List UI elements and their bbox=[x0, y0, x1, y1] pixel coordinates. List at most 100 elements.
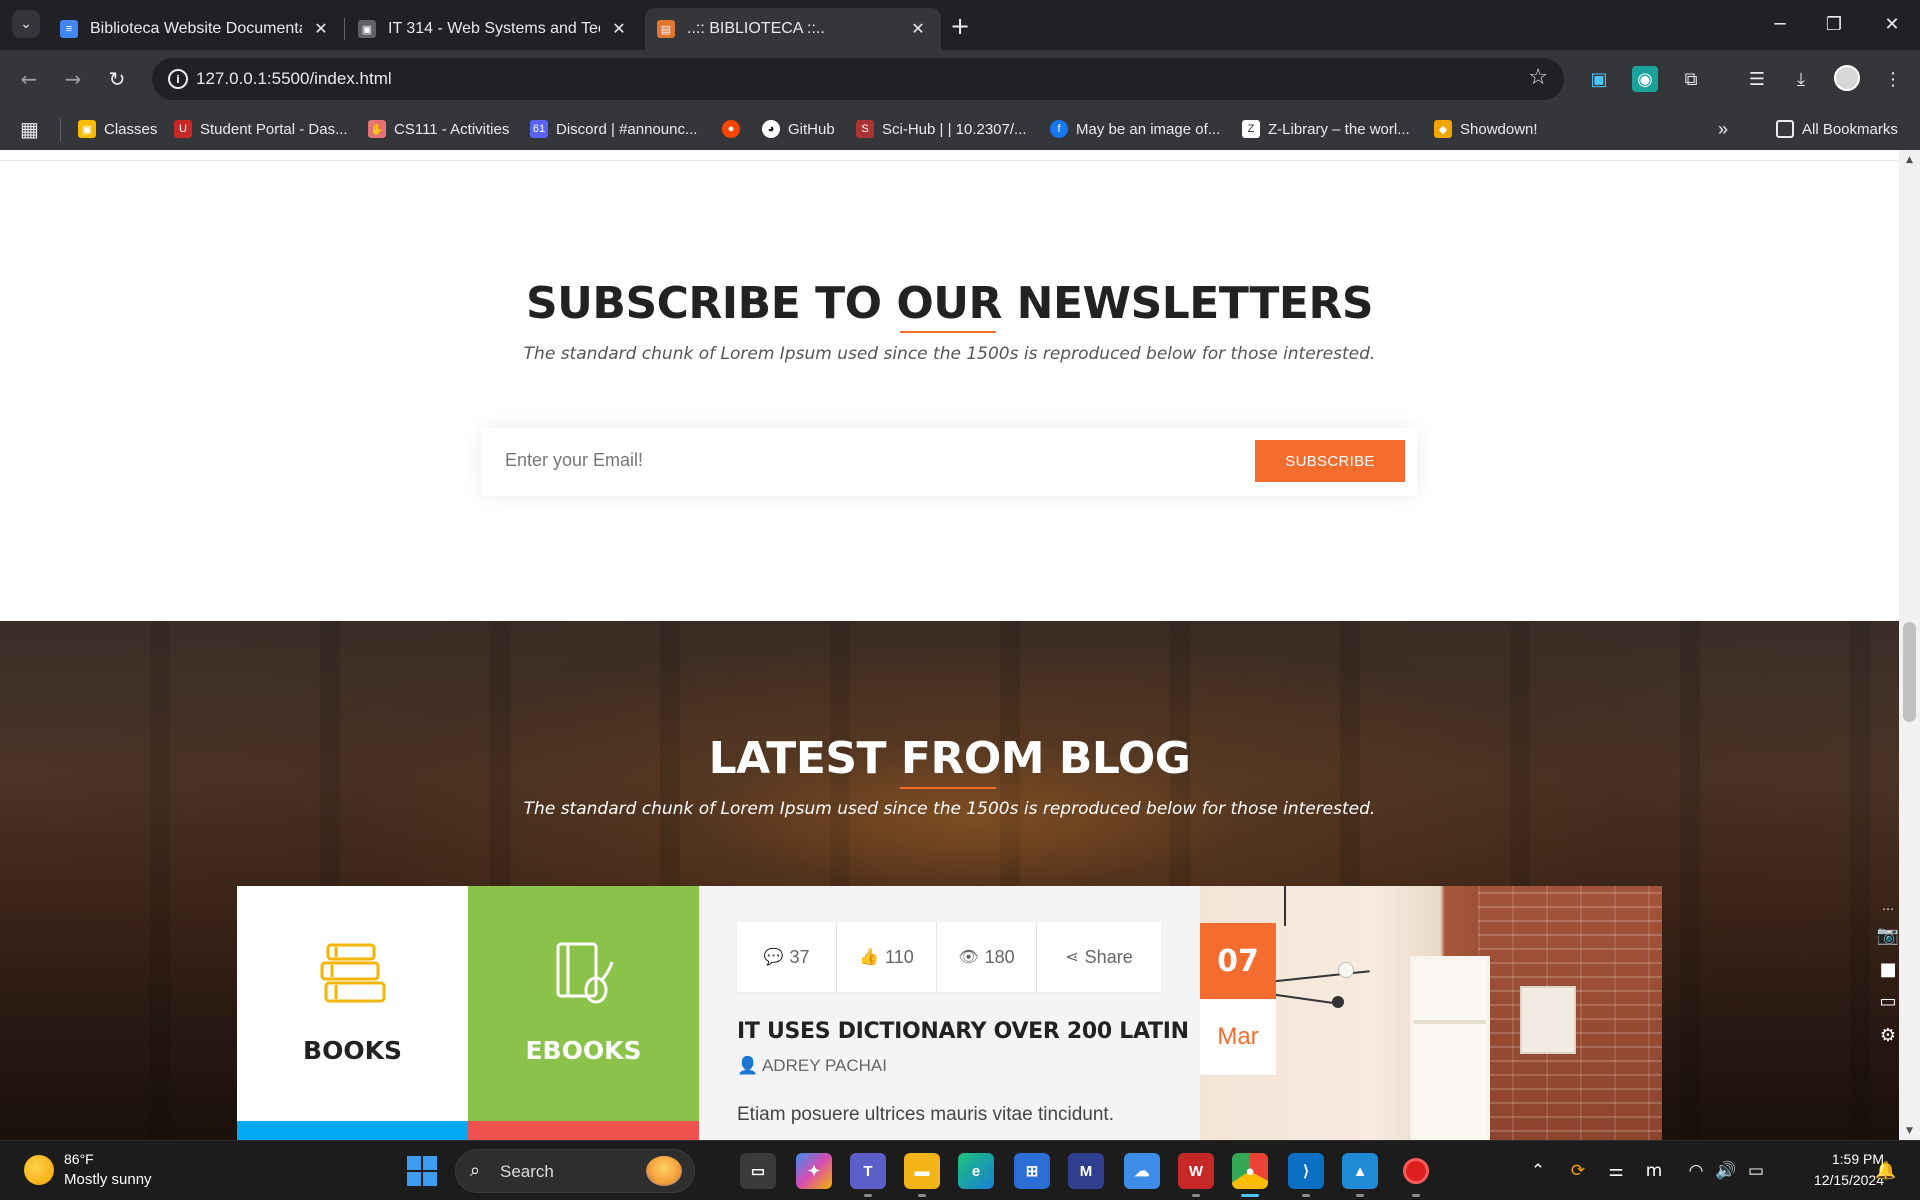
window-capture-icon[interactable]: ▭ bbox=[1873, 988, 1903, 1014]
tab-title: Biblioteca Website Documentat bbox=[90, 20, 302, 37]
microsoft-store-icon[interactable]: ⊞ bbox=[1014, 1153, 1050, 1189]
restore-icon[interactable]: ❐ bbox=[1814, 8, 1854, 40]
notification-bell-icon[interactable]: 🔔 bbox=[1874, 1159, 1898, 1183]
close-window-icon[interactable]: ✕ bbox=[1872, 8, 1912, 40]
bookmark-cs111[interactable]: ✋ CS111 - Activities bbox=[368, 116, 509, 142]
copilot-icon[interactable]: ✦ bbox=[796, 1153, 832, 1189]
bookmark-scihub[interactable]: S Sci-Hub | | 10.2307/... bbox=[856, 116, 1027, 142]
tab-biblioteca[interactable]: ▤ ..:: BIBLIOTECA ::.. ✕ bbox=[645, 8, 941, 50]
category-strip bbox=[468, 1121, 699, 1140]
bookmark-label: Sci-Hub | | 10.2307/... bbox=[882, 120, 1027, 138]
onedrive-icon[interactable]: ☁ bbox=[1124, 1153, 1160, 1189]
bookmark-classes[interactable]: ▣ Classes bbox=[78, 116, 157, 142]
blog-post-card: 💬 37 👍 110 👁 180 ⋖ Share IT USES DICTION… bbox=[699, 886, 1200, 1140]
weather-temp[interactable]: 86°F bbox=[64, 1151, 94, 1167]
battery-icon[interactable]: ▭ bbox=[1744, 1159, 1768, 1183]
sync-icon[interactable]: ⟳ bbox=[1566, 1159, 1590, 1183]
profile-avatar[interactable] bbox=[1834, 65, 1860, 91]
chrome-icon[interactable]: ● bbox=[1232, 1153, 1268, 1189]
settings-gear-icon[interactable]: ⚙ bbox=[1873, 1022, 1903, 1048]
file-explorer-icon[interactable]: ▬ bbox=[904, 1153, 940, 1189]
edge-icon[interactable]: e bbox=[958, 1153, 994, 1189]
back-icon[interactable]: ← bbox=[14, 64, 44, 94]
screenshot-extension-icon[interactable]: ▣ bbox=[1586, 66, 1612, 92]
new-tab-button[interactable]: + bbox=[946, 12, 974, 40]
tab-biblioteca-docs[interactable]: ≡ Biblioteca Website Documentat ✕ bbox=[48, 8, 344, 50]
bookmark-label: GitHub bbox=[788, 120, 835, 138]
windows-start-icon[interactable] bbox=[407, 1156, 437, 1186]
apps-grid-icon[interactable]: ▦ bbox=[20, 116, 39, 142]
close-tab-icon[interactable]: ✕ bbox=[907, 18, 929, 40]
comment-icon: 💬 bbox=[763, 949, 784, 966]
photos-icon[interactable]: ▲ bbox=[1342, 1153, 1378, 1189]
wifi-icon[interactable]: ◠ bbox=[1684, 1159, 1708, 1183]
forward-icon[interactable]: → bbox=[58, 64, 88, 94]
tab-search-chevron-icon[interactable]: ⌄ bbox=[12, 10, 40, 38]
close-tab-icon[interactable]: ✕ bbox=[608, 18, 630, 40]
more-options-icon[interactable]: ⋯ bbox=[1873, 902, 1903, 916]
classroom-icon: ▣ bbox=[358, 20, 376, 38]
weather-sun-icon[interactable] bbox=[24, 1155, 54, 1185]
close-tab-icon[interactable]: ✕ bbox=[310, 18, 332, 40]
bookmark-label: CS111 - Activities bbox=[394, 120, 510, 138]
weather-description[interactable]: Mostly sunny bbox=[64, 1171, 152, 1188]
bookmark-student-portal[interactable]: U Student Portal - Das... bbox=[174, 116, 348, 142]
taskbar-search[interactable]: ⌕ Search bbox=[455, 1149, 695, 1193]
newsletter-title: SUBSCRIBE TO OUR NEWSLETTERS bbox=[525, 278, 1374, 329]
university-icon: U bbox=[174, 120, 192, 138]
downloads-icon[interactable]: ⤓ bbox=[1788, 66, 1814, 92]
minimize-icon[interactable]: ─ bbox=[1760, 8, 1800, 40]
email-input[interactable]: Enter your Email! bbox=[505, 450, 643, 471]
scroll-down-icon[interactable]: ▼ bbox=[1904, 1125, 1915, 1136]
ebook-icon bbox=[468, 938, 699, 1008]
bookmark-discord[interactable]: 61 Discord | #announc... bbox=[530, 116, 697, 142]
media-controls-icon[interactable]: ☰ bbox=[1744, 66, 1770, 92]
bookmark-label: Student Portal - Das... bbox=[200, 120, 348, 138]
mail-app-icon[interactable]: M bbox=[1068, 1153, 1104, 1189]
app-tray-icon[interactable]: ⅿ bbox=[1642, 1159, 1666, 1183]
bookmark-reddit[interactable]: ● bbox=[722, 116, 748, 142]
extension-icon[interactable]: ◉ bbox=[1632, 66, 1658, 92]
task-view-icon[interactable]: ▭ bbox=[740, 1153, 776, 1189]
scroll-thumb[interactable] bbox=[1903, 622, 1916, 722]
comments-count[interactable]: 💬 37 bbox=[737, 922, 837, 992]
likes-count[interactable]: 👍 110 bbox=[837, 922, 937, 992]
settings-tray-icon[interactable]: ⚌ bbox=[1604, 1159, 1628, 1183]
bookmark-label: May be an image of... bbox=[1076, 120, 1221, 138]
reload-icon[interactable]: ↻ bbox=[102, 64, 132, 94]
clock-time[interactable]: 1:59 PM bbox=[1784, 1151, 1884, 1167]
more-bookmarks-chevron-icon[interactable]: » bbox=[1718, 116, 1728, 142]
search-icon: ⌕ bbox=[470, 1160, 481, 1181]
wps-office-icon[interactable]: W bbox=[1178, 1153, 1214, 1189]
bookmark-facebook[interactable]: f May be an image of... bbox=[1050, 116, 1220, 142]
url-text[interactable]: 127.0.0.1:5500/index.html bbox=[196, 69, 392, 89]
google-docs-icon: ≡ bbox=[60, 20, 78, 38]
extensions-puzzle-icon[interactable]: ⧉ bbox=[1678, 66, 1704, 92]
tray-overflow-chevron-icon[interactable]: ⌃ bbox=[1526, 1159, 1550, 1183]
screen-recorder-icon[interactable] bbox=[1398, 1153, 1434, 1189]
all-bookmarks[interactable]: All Bookmarks bbox=[1776, 116, 1898, 142]
vscode-icon[interactable]: ⟩ bbox=[1288, 1153, 1324, 1189]
site-info-icon[interactable]: i bbox=[168, 69, 188, 89]
bookmark-showdown[interactable]: ◆ Showdown! bbox=[1434, 116, 1538, 142]
camera-icon[interactable]: 📷 bbox=[1873, 922, 1903, 948]
teams-icon[interactable]: T bbox=[850, 1153, 886, 1189]
menu-kebab-icon[interactable]: ⋮ bbox=[1880, 66, 1906, 92]
volume-icon[interactable]: 🔊 bbox=[1714, 1159, 1738, 1183]
category-ebooks[interactable]: EBOOKS bbox=[468, 886, 699, 1140]
share-button[interactable]: ⋖ Share bbox=[1037, 922, 1161, 992]
tab-it314[interactable]: ▣ IT 314 - Web Systems and Techn ✕ bbox=[346, 8, 642, 50]
video-camera-icon[interactable]: ■ bbox=[1873, 956, 1903, 982]
scroll-up-icon[interactable]: ▲ bbox=[1904, 154, 1915, 165]
date-month: Mar bbox=[1200, 999, 1276, 1075]
clock-date[interactable]: 12/15/2024 bbox=[1784, 1172, 1884, 1188]
bookmark-star-icon[interactable]: ☆ bbox=[1528, 65, 1548, 90]
subscribe-button[interactable]: SUBSCRIBE bbox=[1255, 440, 1405, 482]
category-books[interactable]: BOOKS bbox=[237, 886, 468, 1140]
bookmark-github[interactable]: ◕ GitHub bbox=[762, 116, 835, 142]
share-label: Share bbox=[1084, 946, 1133, 967]
tab-strip: ⌄ ≡ Biblioteca Website Documentat ✕ ▣ IT… bbox=[0, 0, 1920, 50]
address-bar[interactable]: i 127.0.0.1:5500/index.html ☆ bbox=[152, 58, 1564, 100]
bookmark-zlibrary[interactable]: Z Z-Library – the worl... bbox=[1242, 116, 1410, 142]
post-title[interactable]: IT USES DICTIONARY OVER 200 LATIN bbox=[737, 1019, 1189, 1044]
